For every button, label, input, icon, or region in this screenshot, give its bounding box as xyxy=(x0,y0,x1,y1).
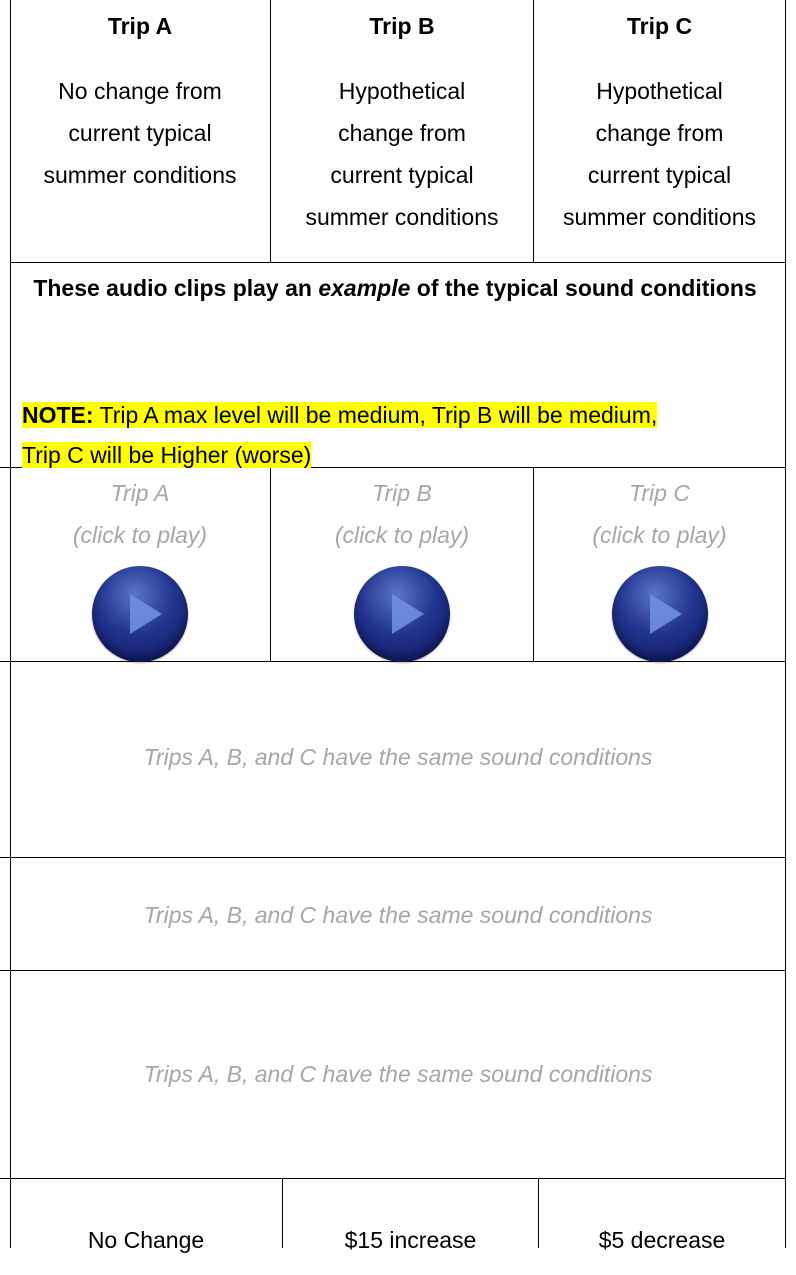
note-text: Trip C will be Higher (worse) xyxy=(22,442,312,468)
note-text: Trip A max level will be medium, Trip B … xyxy=(93,402,658,428)
trip-b-desc-line: change from xyxy=(338,120,466,146)
same-conditions-row: Trips A, B, and C have the same sound co… xyxy=(143,902,653,928)
trip-b-desc-line: summer conditions xyxy=(305,204,499,230)
clip-hint: (click to play) xyxy=(592,522,727,548)
clip-label: Trip C xyxy=(629,480,690,506)
note-highlight: Trip C will be Higher (worse) xyxy=(22,442,312,468)
trip-a-desc-line: current typical xyxy=(68,120,212,146)
trip-b-header: Trip B Hypothetical change from current … xyxy=(271,0,533,238)
trip-c-desc-line: current typical xyxy=(587,162,732,188)
clip-trip-c: Trip C (click to play) xyxy=(534,472,785,662)
trip-c-description: Hypothetical change from current typical… xyxy=(563,70,756,238)
trip-b-description: Hypothetical change from current typical… xyxy=(305,70,498,238)
trip-c-title: Trip C xyxy=(626,13,693,39)
clip-label: Trip B xyxy=(372,480,432,506)
cost-trip-a: No Change xyxy=(87,1227,205,1253)
play-button-trip-b[interactable] xyxy=(354,566,450,662)
audio-heading-text: These audio clips play an xyxy=(33,275,319,301)
same-conditions-row: Trips A, B, and C have the same sound co… xyxy=(143,744,653,770)
play-button-trip-c[interactable] xyxy=(611,566,708,662)
note-highlight: NOTE: Trip A max level will be medium, T… xyxy=(22,402,658,428)
trip-c-desc-line: change from xyxy=(595,120,724,146)
trip-a-desc-line: No change from xyxy=(58,78,222,104)
audio-heading: These audio clips play an example of the… xyxy=(12,268,778,308)
trip-c-desc-line: summer conditions xyxy=(562,204,757,230)
trip-c-desc-line: Hypothetical xyxy=(596,78,723,104)
audio-heading-text: of the typical sound conditions xyxy=(410,275,757,301)
trip-c-header: Trip C Hypothetical change from current … xyxy=(534,0,785,238)
play-icon xyxy=(130,594,162,634)
trip-b-desc-line: current typical xyxy=(330,162,474,188)
same-conditions-row: Trips A, B, and C have the same sound co… xyxy=(143,1061,653,1087)
clip-hint: (click to play) xyxy=(72,522,208,548)
play-icon xyxy=(649,594,682,634)
trip-a-description: No change from current typical summer co… xyxy=(43,70,236,196)
note: NOTE: Trip A max level will be medium, T… xyxy=(22,395,772,475)
cost-trip-b: $15 increase xyxy=(344,1227,477,1253)
row-border-1 xyxy=(10,262,786,263)
trip-a-desc-line: summer conditions xyxy=(43,162,237,188)
trip-b-desc-line: Hypothetical xyxy=(338,78,466,104)
row-border-5 xyxy=(0,970,786,971)
trip-a-header: Trip A No change from current typical su… xyxy=(10,0,270,196)
play-icon xyxy=(392,594,424,634)
cost-trip-c: $5 decrease xyxy=(598,1227,726,1253)
row-border-6 xyxy=(0,1178,786,1179)
clip-trip-a: Trip A (click to play) xyxy=(10,472,270,662)
note-label: NOTE: xyxy=(22,402,94,428)
trip-b-title: Trip B xyxy=(369,13,435,39)
clip-hint: (click to play) xyxy=(334,522,470,548)
row-border-4 xyxy=(0,857,786,858)
audio-heading-emphasis: example xyxy=(318,275,411,301)
play-button-trip-a[interactable] xyxy=(92,566,188,662)
trip-a-title: Trip A xyxy=(107,13,173,39)
clip-label: Trip A xyxy=(110,480,170,506)
clip-trip-b: Trip B (click to play) xyxy=(271,472,533,662)
